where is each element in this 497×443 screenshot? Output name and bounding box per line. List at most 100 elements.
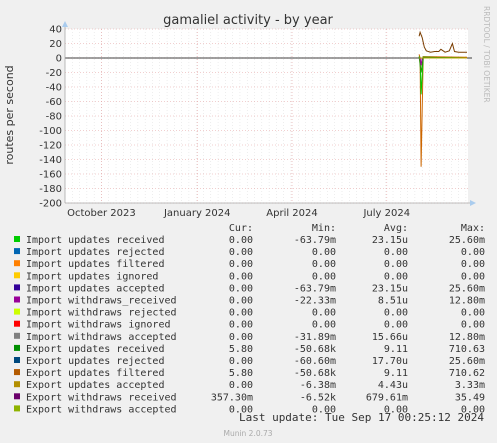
legend-value: 0.00 [461,320,485,331]
y-tick-label: 0 [56,54,62,65]
legend-value: 0.00 [229,332,253,343]
legend-value: 0.00 [229,271,253,282]
legend-value: -63.79m [294,235,336,246]
x-tick-label: July 2024 [362,208,410,219]
y-tick-label: -140 [39,155,62,166]
legend-value: 0.00 [229,283,253,294]
legend-value: 0.00 [384,308,408,319]
legend-series-name: Export updates received [26,344,164,355]
legend-value: 0.00 [312,259,336,270]
y-tick-label: -180 [39,184,62,195]
legend-header: Avg: [384,223,408,234]
legend-value: 17.70u [372,356,408,367]
y-tick-label: -100 [39,126,62,137]
y-tick-label: 40 [49,25,62,36]
legend-value: 0.00 [229,356,253,367]
chart-title: gamaliel activity - by year [163,13,333,28]
legend-header: Cur: [229,223,253,234]
legend-swatch [14,320,20,327]
legend-series-name: Export withdraws received [26,392,177,403]
legend-value: 0.00 [384,320,408,331]
y-tick-label: 20 [49,39,62,50]
legend-value: 710.63 [449,344,485,355]
munin-graph: gamaliel activity - by year RRDTOOL / TO… [3,6,491,438]
y-tick-label: -120 [39,141,62,152]
rrdtool-watermark: RRDTOOL / TOBI OETIKER [482,6,491,103]
legend-value: -22.33m [294,296,336,307]
legend-value: -31.89m [294,332,336,343]
legend-value: 710.62 [449,368,485,379]
legend: Cur: Min: Avg: Max: Import updates received 0… [14,223,485,415]
legend-value: -6.38m [300,380,336,391]
legend-swatch [14,332,20,339]
legend-value: 4.43u [378,380,408,391]
legend-value: 0.00 [229,320,253,331]
legend-series-name: Export updates filtered [26,368,164,379]
legend-value: 25.60m [449,356,485,367]
legend-value: 0.00 [312,271,336,282]
legend-value: 5.80 [229,344,253,355]
legend-swatch [14,296,20,303]
legend-series-name: Import withdraws rejected [26,308,177,319]
legend-series-name: Import withdraws_received [26,296,177,307]
legend-value: 9.11 [384,344,408,355]
legend-swatch [14,393,20,400]
legend-value: 0.00 [312,247,336,258]
munin-version: Munin 2.0.73 [223,429,272,438]
y-tick-label: -160 [39,170,62,181]
legend-value: 0.00 [461,259,485,270]
legend-value: 25.60m [449,235,485,246]
legend-value: -63.79m [294,283,336,294]
legend-swatch [14,308,20,315]
legend-value: 0.00 [461,271,485,282]
legend-value: 8.51u [378,296,408,307]
legend-value: 0.00 [384,271,408,282]
legend-swatch [14,405,20,412]
x-tick-label: October 2023 [67,208,136,219]
legend-series-name: Import updates received [26,235,164,246]
legend-swatch [14,381,20,388]
legend-swatch [14,357,20,363]
legend-value: 0.00 [229,247,253,258]
legend-value: 25.60m [449,283,485,294]
legend-value: 0.00 [229,308,253,319]
legend-value: 0.00 [312,320,336,331]
legend-value: 5.80 [229,368,253,379]
y-tick-label: -20 [46,68,62,79]
legend-value: -50.68k [294,344,336,355]
legend-value: 23.15u [372,235,408,246]
x-tick-label: April 2024 [266,208,317,219]
legend-value: -6.52k [300,392,336,403]
x-axis-arrow [470,200,476,206]
legend-value: 357.30m [211,392,253,403]
legend-swatch [14,260,20,267]
legend-header: Max: [461,223,485,234]
legend-swatch [14,284,20,291]
legend-value: 0.00 [229,235,253,246]
legend-swatch [14,272,20,279]
legend-swatch [14,248,20,255]
legend-value: 12.80m [449,332,485,343]
legend-series-name: Export withdraws accepted [26,404,177,415]
y-tick-label: -200 [39,199,62,210]
y-tick-label: -80 [46,112,62,123]
legend-value: 0.00 [229,259,253,270]
legend-series-name: Export updates rejected [26,356,164,367]
y-axis-arrow [62,21,68,27]
legend-value: 0.00 [229,380,253,391]
legend-swatch [14,369,20,376]
legend-series-name: Import updates ignored [26,271,158,282]
legend-value: 35.49 [455,392,485,403]
legend-swatch [14,344,20,351]
legend-value: 0.00 [461,247,485,258]
legend-value: 0.00 [384,247,408,258]
x-tick-label: January 2024 [163,208,231,219]
legend-series-name: Import updates filtered [26,259,164,270]
legend-value: 23.15u [372,283,408,294]
y-axis-label: routes per second [3,65,16,164]
legend-value: 0.00 [461,308,485,319]
legend-value: -50.68k [294,368,336,379]
legend-value: 15.66u [372,332,408,343]
last-update: Last update: Tue Sep 17 00:25:12 2024 [239,411,484,424]
legend-swatch [14,236,20,242]
